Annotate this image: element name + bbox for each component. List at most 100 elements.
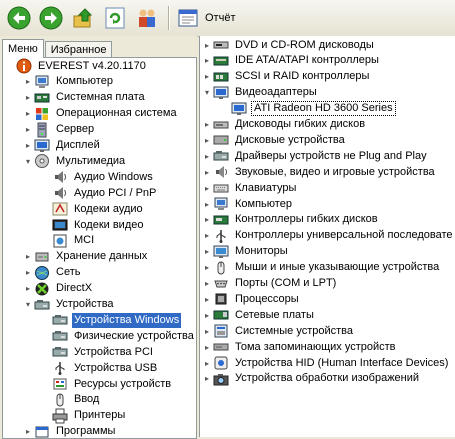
device-tree[interactable]: ▸ DVD и CD-ROM дисководы ▸ IDE ATA/ATAPI ко… [199,36,455,437]
menu-tree-item[interactable]: ▾ Устройства [24,297,116,313]
device-tree-item[interactable]: ▸ Процессоры [203,291,301,307]
menu-tree-item[interactable]: Физические устройства [42,328,196,344]
device-tree-item[interactable]: ▸ Устройства HID (Human Interface Devices… [203,355,450,371]
menu-tree-item[interactable]: Устройства USB [42,360,159,376]
collapse-toggle[interactable]: ▾ [24,153,32,169]
device-tree-item[interactable]: ▸ Клавиатуры [203,180,298,196]
device-tree-item[interactable]: ▸ Порты (COM и LPT) [203,276,338,292]
expand-toggle[interactable]: ▸ [203,228,211,244]
device-tree-item[interactable]: ▸ IDE ATA/ATAPI контроллеры [203,53,381,69]
expand-toggle[interactable]: ▸ [203,244,211,260]
device-tree-item[interactable]: ▸ Устройства обработки изображений [203,371,421,387]
menu-tree-item[interactable]: Ввод [42,392,101,408]
device-tree-item[interactable]: ▸ Дисководы гибких дисков [203,117,367,133]
expand-toggle[interactable]: ▸ [203,307,211,323]
expand-toggle[interactable]: ▸ [24,122,32,138]
report-button[interactable]: Отчёт [175,5,239,31]
expand-toggle[interactable]: ▸ [203,291,211,307]
expand-toggle[interactable]: ▸ [203,37,211,53]
device-tree-item[interactable]: ▸ Системные устройства [203,323,355,339]
forward-button[interactable] [38,5,64,31]
expand-toggle[interactable]: ▸ [203,212,211,228]
expand-toggle[interactable]: ▸ [24,90,32,106]
expand-toggle[interactable]: ▸ [203,164,211,180]
menu-tree-item[interactable]: Аудио Windows [42,169,155,185]
expand-toggle[interactable]: ▸ [24,249,32,265]
menu-tree-item[interactable]: ▸ Дисплей [24,138,102,154]
menu-tree-item[interactable]: ▸ Системная плата [24,90,147,106]
menu-tree-item[interactable]: Ресурсы устройств [42,376,173,392]
port-icon [214,280,228,287]
device-tree-item-label: Сетевые платы [235,308,314,321]
menu-tree-item[interactable]: Кодеки видео [42,217,145,233]
back-button[interactable] [6,5,32,31]
users-button[interactable] [134,5,160,31]
menu-tree-item-label: Сеть [56,266,81,279]
menu-tree-item[interactable]: ▸ Операционная система [24,106,179,122]
expand-toggle[interactable]: ▸ [203,132,211,148]
device-tree-item[interactable]: ▸ Контроллеры универсальной последовате [203,228,455,244]
device-tree-item[interactable]: ▸ Контроллеры гибких дисков [203,212,380,228]
expand-toggle[interactable]: ▸ [24,106,32,122]
menu-tree-item[interactable]: ▸ DirectX [24,281,94,297]
menu-tree-item[interactable]: ▸ Сервер [24,122,96,138]
tab-favorites[interactable]: Избранное [44,41,113,58]
menu-tree-item[interactable]: MCI [42,233,96,249]
menu-tree-item[interactable]: Аудио PCI / PnP [42,185,158,201]
menu-tree-item[interactable]: ▾ Мультимедиа [24,153,127,169]
device-tree-item[interactable]: ▸ DVD и CD-ROM дисководы [203,37,376,53]
video-codec-icon [52,219,68,231]
device-tree-item[interactable]: ▸ Звуковые, видео и игровые устройства [203,164,437,180]
collapse-toggle[interactable]: ▾ [24,297,32,313]
expand-toggle[interactable]: ▸ [203,276,211,292]
expand-toggle[interactable]: ▸ [24,74,32,90]
device-tree-item[interactable]: ▸ SCSI и RAID контроллеры [203,69,371,85]
device-tree-item[interactable]: ATI Radeon HD 3600 Series [221,101,396,117]
expand-toggle[interactable]: ▸ [203,69,211,85]
menu-tree-item[interactable]: Устройства PCI [42,344,155,360]
device-tree-item[interactable]: ▸ Дисковые устройства [203,132,347,148]
device-tree-item[interactable]: ▾ Видеоадаптеры [203,85,319,101]
device-tree-item[interactable]: ▸ Мыши и иные указывающие устройства [203,260,441,276]
expand-toggle[interactable]: ▸ [203,53,211,69]
expand-toggle[interactable]: ▸ [203,323,211,339]
menu-tree-item[interactable]: Кодеки аудио [42,201,145,217]
menu-tree-item[interactable]: ▸ Сеть [24,265,82,281]
expand-toggle[interactable]: ▸ [203,260,211,276]
expand-toggle[interactable]: ▸ [203,148,211,164]
device-tree-item[interactable]: ▸ Тома запоминающих устройств [203,339,398,355]
expand-toggle[interactable]: ▸ [24,265,32,281]
collapse-toggle[interactable]: ▾ [203,85,211,101]
expand-toggle[interactable]: ▸ [203,339,211,355]
menu-tree-item[interactable]: Устройства Windows [42,312,182,328]
menu-tree-item[interactable]: ▸ Компьютер [24,74,115,90]
device-tree-item[interactable]: ▸ Мониторы [203,244,290,260]
expand-toggle[interactable]: ▸ [203,355,211,371]
storage-icon [35,252,49,262]
refresh-button[interactable] [102,5,128,31]
expand-toggle[interactable]: ▸ [24,138,32,154]
menu-tree-item[interactable]: Принтеры [42,408,127,424]
menu-tree-item[interactable]: ▸ Хранение данных [24,249,149,265]
menu-tree[interactable]: EVEREST v4.20.1170 ▸ Компьютер ▸ Системная п… [2,57,197,439]
menu-tree-item-label: Мультимедиа [56,154,126,167]
expand-toggle[interactable]: ▸ [203,180,211,196]
up-button[interactable] [70,5,96,31]
tab-menu[interactable]: Меню [2,39,44,58]
menu-tree-item[interactable]: EVEREST v4.20.1170 [6,58,148,74]
expand-toggle[interactable]: ▸ [24,281,32,297]
expand-toggle[interactable]: ▸ [203,117,211,133]
device-tree-item-label: ATI Radeon HD 3600 Series [251,101,396,117]
device-tree-item[interactable]: ▸ Сетевые платы [203,307,316,323]
device-tree-item[interactable]: ▸ Компьютер [203,196,294,212]
network-icon [35,265,49,280]
device-tree-item-label: SCSI и RAID контроллеры [235,70,370,83]
expand-toggle[interactable]: ▸ [203,196,211,212]
expand-toggle[interactable]: ▸ [203,371,211,387]
device-tree-item[interactable]: ▸ Драйверы устройств не Plug and Play [203,148,429,164]
